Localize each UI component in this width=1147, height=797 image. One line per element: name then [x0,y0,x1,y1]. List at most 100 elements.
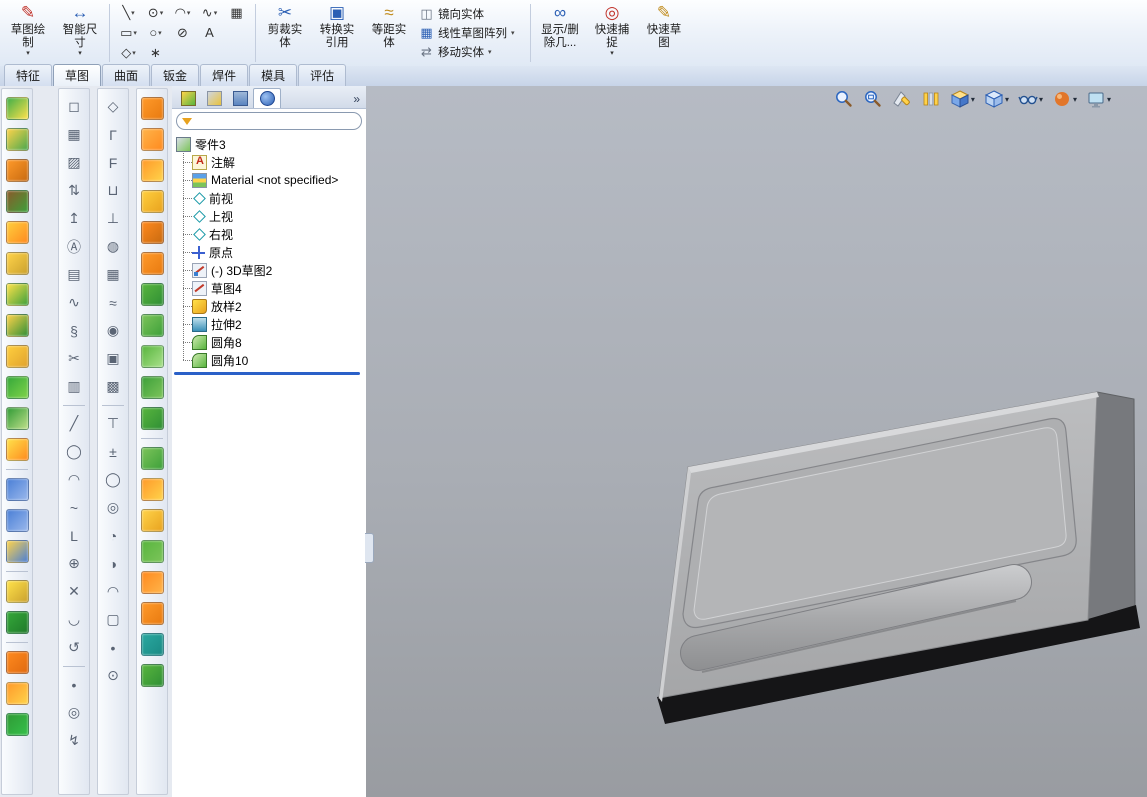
arc-icon[interactable]: ◠ ▾ [169,3,196,22]
tool-icon[interactable] [5,438,29,461]
tool-icon[interactable]: ▤ [63,264,85,285]
apply-scene-button[interactable]: ▾ [1086,89,1111,109]
tree-item-extrude[interactable]: 拉伸2 [183,315,364,333]
sketch-draw-button[interactable]: ✎ 草图绘 制 ▾ [2,0,54,57]
panel-splitter-handle[interactable] [365,533,374,563]
trim-entities-button[interactable]: ✂ 剪裁实 体 [259,0,311,50]
tree-item-material[interactable]: Material <not specified> [183,171,364,189]
section-view-button[interactable] [892,89,912,109]
tool-icon[interactable]: ◎ [102,497,124,518]
tool-icon[interactable] [140,345,164,368]
model-viewport[interactable]: ▾ ▾ ▾ ▾ ▾ [365,86,1147,797]
quick-snaps-button[interactable]: ◎ 快速捕 捉 ▾ [586,0,638,57]
tool-icon[interactable]: ◻ [63,96,85,117]
line-icon[interactable]: ╲ ▾ [115,3,142,22]
tool-icon[interactable]: Γ [102,124,124,145]
tool-icon[interactable] [5,128,29,151]
conic-icon[interactable]: ⊘ [169,23,196,42]
view-orientation-button[interactable]: ▾ [984,89,1009,109]
tool-icon[interactable]: ∿ [63,292,85,313]
tree-item-plane[interactable]: 上视 [183,207,364,225]
tool-icon[interactable] [5,97,29,120]
featuremanager-tab[interactable] [175,89,201,108]
tool-icon[interactable] [5,345,29,368]
configurationmanager-tab[interactable] [227,89,253,108]
tree-item-part[interactable]: 零件3 [176,135,364,153]
tool-icon[interactable]: ⊔ [102,180,124,201]
tool-icon[interactable] [140,540,164,563]
tree-item-loft[interactable]: 放样2 [183,297,364,315]
tool-icon[interactable]: ✂ [63,348,85,369]
propertymanager-tab[interactable] [201,89,227,108]
tool-icon[interactable] [5,407,29,430]
tree-filter-input[interactable] [197,113,356,129]
tool-icon[interactable] [5,611,29,634]
zoom-to-fit-button[interactable] [834,89,854,109]
zoom-to-area-button[interactable] [863,89,883,109]
tool-icon[interactable] [140,633,164,656]
mirror-entities-item[interactable]: ◫ 镜向实体 [415,4,527,23]
tool-icon[interactable]: ≈ [102,292,124,313]
tool-icon[interactable]: ▢ [102,609,124,630]
tool-icon[interactable]: ◠ [102,581,124,602]
tool-icon[interactable]: ◑ [102,553,124,574]
tool-icon[interactable]: ◯ [63,441,85,462]
tool-icon[interactable]: ▥ [63,376,85,397]
tool-icon[interactable]: • [63,674,85,695]
tree-item-sketch[interactable]: 草图4 [183,279,364,297]
point-icon[interactable]: ∗ [142,43,169,62]
sketch-pattern-icon[interactable]: ▦ [223,3,250,22]
tool-icon[interactable] [5,651,29,674]
tab-焊件[interactable]: 焊件 [200,64,249,86]
text-icon[interactable]: A [196,23,223,42]
view-settings-button[interactable] [921,89,941,109]
rollback-bar[interactable] [174,372,360,375]
hide-show-items-button[interactable]: ▾ [1018,89,1043,109]
tool-icon[interactable]: ◍ [102,236,124,257]
tree-item-origin[interactable]: 原点 [183,243,364,261]
tool-icon[interactable] [5,221,29,244]
edit-appearance-button[interactable]: ▾ [1052,89,1077,109]
tree-filter-box[interactable] [176,112,362,130]
tab-特征[interactable]: 特征 [4,64,53,86]
tool-icon[interactable] [140,221,164,244]
tool-icon[interactable]: ↺ [63,637,85,658]
tool-icon[interactable]: Ⓐ [63,236,85,257]
display-style-button[interactable]: ▾ [950,89,975,109]
tool-icon[interactable]: § [63,320,85,341]
displaymanager-tab[interactable] [253,88,281,108]
tool-icon[interactable]: ▦ [63,124,85,145]
tool-icon[interactable]: L [63,525,85,546]
tool-icon[interactable]: • [102,637,124,658]
tool-icon[interactable] [140,602,164,625]
tool-icon[interactable]: ↥ [63,208,85,229]
tool-icon[interactable] [5,190,29,213]
tool-icon[interactable] [140,283,164,306]
tool-icon[interactable]: ± [102,441,124,462]
tool-icon[interactable] [5,252,29,275]
tool-icon[interactable] [5,478,29,501]
move-entities-item[interactable]: ⇄ 移动实体 ▾ [415,42,527,61]
tool-icon[interactable]: ⊙ [102,665,124,686]
tool-icon[interactable] [140,97,164,120]
tool-icon[interactable]: ◉ [102,320,124,341]
model-3d-part[interactable] [366,86,1147,797]
tool-icon[interactable]: ⇅ [63,180,85,201]
tool-icon[interactable] [5,314,29,337]
tool-icon[interactable] [5,540,29,563]
tool-icon[interactable] [140,190,164,213]
tool-icon[interactable] [140,664,164,687]
rapid-sketch-button[interactable]: ✎ 快速草 图 [638,0,690,50]
offset-entities-button[interactable]: ≈ 等距实 体 [363,0,415,50]
smart-dimension-button[interactable]: ↔ 智能尺 寸 ▾ [54,0,106,57]
tool-icon[interactable] [5,509,29,532]
convert-entities-button[interactable]: ▣ 转换实 引用 [311,0,363,50]
tab-草图[interactable]: 草图 [53,64,102,86]
tool-icon[interactable]: ▣ [102,348,124,369]
tab-曲面[interactable]: 曲面 [102,64,151,86]
tool-icon[interactable]: ⊕ [63,553,85,574]
tool-icon[interactable] [5,713,29,736]
tool-icon[interactable] [140,376,164,399]
tool-icon[interactable] [140,509,164,532]
tool-icon[interactable]: ╱ [63,413,85,434]
